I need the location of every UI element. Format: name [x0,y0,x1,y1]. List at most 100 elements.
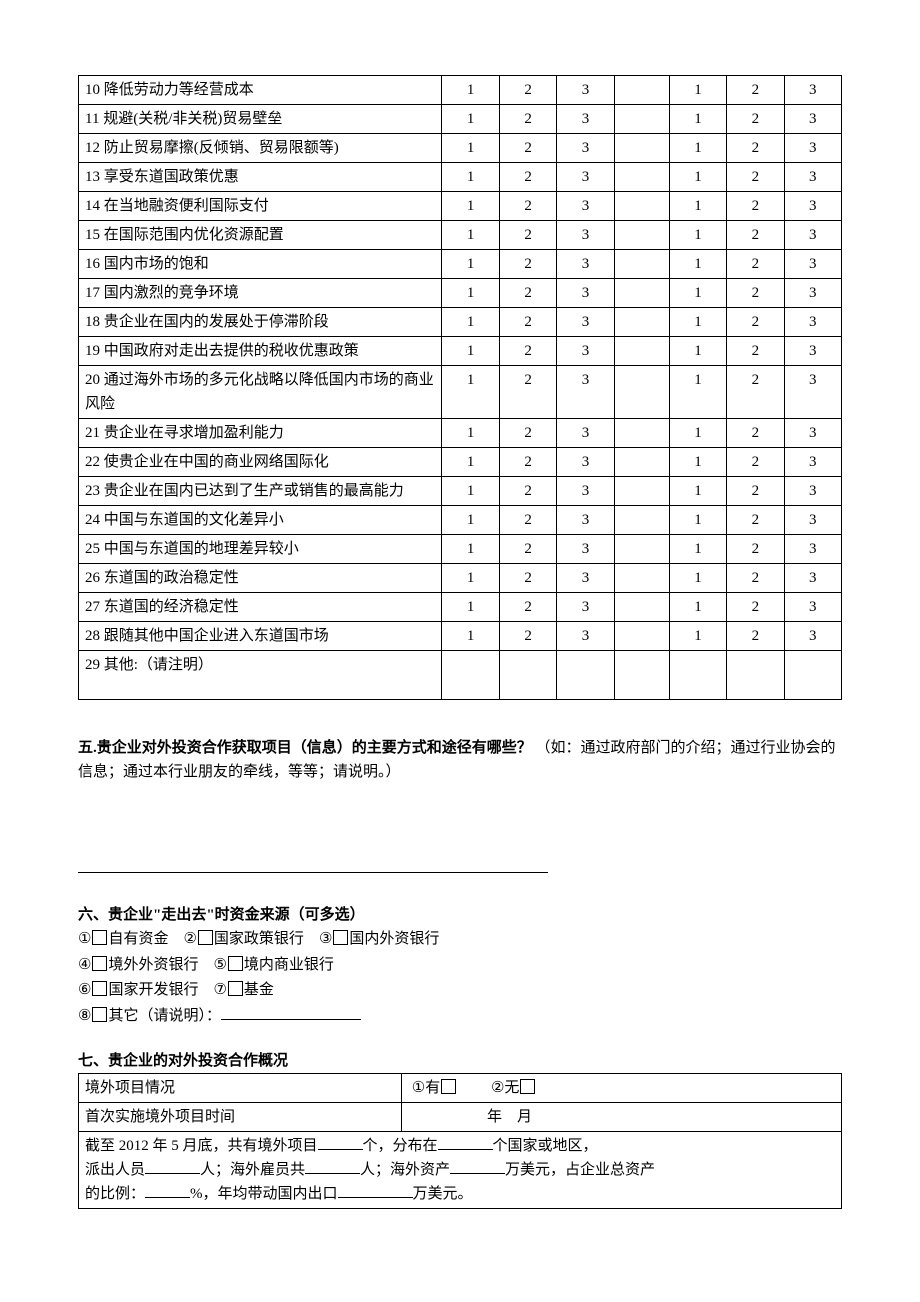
scale-cell[interactable]: 1 [669,593,726,622]
scale-cell[interactable]: 2 [727,279,784,308]
scale-cell[interactable]: 1 [669,622,726,651]
scale-cell[interactable]: 3 [557,593,614,622]
scale-cell[interactable]: 1 [669,477,726,506]
scale-cell[interactable]: 2 [499,279,556,308]
scale-cell[interactable] [557,651,614,700]
scale-cell[interactable]: 1 [669,250,726,279]
scale-cell[interactable]: 1 [442,163,499,192]
scale-cell[interactable]: 2 [499,622,556,651]
scale-cell[interactable]: 3 [557,535,614,564]
scale-cell[interactable] [727,651,784,700]
scale-cell[interactable]: 2 [727,477,784,506]
scale-cell[interactable]: 3 [784,337,841,366]
scale-cell[interactable]: 2 [499,221,556,250]
checkbox-icon[interactable] [520,1079,535,1094]
scale-cell[interactable]: 2 [499,308,556,337]
scale-cell[interactable]: 1 [442,366,499,419]
checkbox-icon[interactable] [92,956,107,971]
scale-cell[interactable]: 2 [727,163,784,192]
scale-cell[interactable] [499,651,556,700]
scale-cell[interactable]: 3 [784,535,841,564]
scale-cell[interactable]: 1 [442,448,499,477]
q6-opt-4[interactable]: ④境外外资银行 [78,957,198,973]
scale-cell[interactable]: 2 [499,337,556,366]
scale-cell[interactable]: 2 [727,105,784,134]
scale-cell[interactable]: 1 [669,366,726,419]
scale-cell[interactable]: 3 [784,76,841,105]
scale-cell[interactable]: 2 [727,419,784,448]
scale-cell[interactable]: 3 [557,105,614,134]
scale-cell[interactable]: 2 [499,535,556,564]
checkbox-icon[interactable] [92,1007,107,1022]
scale-cell[interactable]: 3 [557,76,614,105]
scale-cell[interactable]: 2 [727,564,784,593]
scale-cell[interactable]: 3 [557,308,614,337]
scale-cell[interactable]: 3 [557,134,614,163]
q7-blank[interactable] [145,1158,200,1174]
scale-cell[interactable]: 2 [499,134,556,163]
scale-cell[interactable]: 3 [784,308,841,337]
q5-answer-line[interactable] [78,854,548,873]
scale-cell[interactable]: 3 [557,477,614,506]
scale-cell[interactable]: 1 [442,337,499,366]
scale-cell[interactable]: 1 [442,76,499,105]
scale-cell[interactable]: 3 [784,221,841,250]
scale-cell[interactable]: 2 [499,593,556,622]
q6-opt-1[interactable]: ①自有资金 [78,931,168,947]
checkbox-icon[interactable] [228,981,243,996]
scale-cell[interactable]: 1 [442,192,499,221]
scale-cell[interactable] [669,651,726,700]
scale-cell[interactable]: 2 [727,448,784,477]
scale-cell[interactable]: 2 [499,564,556,593]
scale-cell[interactable] [442,651,499,700]
scale-cell[interactable]: 3 [784,279,841,308]
scale-cell[interactable]: 2 [727,250,784,279]
scale-cell[interactable]: 1 [442,535,499,564]
scale-cell[interactable]: 3 [784,163,841,192]
scale-cell[interactable]: 3 [557,419,614,448]
scale-cell[interactable]: 1 [669,337,726,366]
scale-cell[interactable]: 2 [727,308,784,337]
scale-cell[interactable]: 2 [727,192,784,221]
scale-cell[interactable]: 1 [442,419,499,448]
scale-cell[interactable]: 2 [499,192,556,221]
scale-cell[interactable]: 1 [669,564,726,593]
checkbox-icon[interactable] [441,1079,456,1094]
scale-cell[interactable]: 1 [442,250,499,279]
scale-cell[interactable]: 1 [442,622,499,651]
q6-opt-6[interactable]: ⑥国家开发银行 [78,982,198,998]
scale-cell[interactable]: 1 [669,134,726,163]
scale-cell[interactable]: 1 [442,221,499,250]
scale-cell[interactable]: 1 [669,535,726,564]
scale-cell[interactable]: 3 [557,250,614,279]
scale-cell[interactable]: 1 [669,419,726,448]
scale-cell[interactable]: 3 [557,337,614,366]
scale-cell[interactable]: 1 [669,105,726,134]
scale-cell[interactable]: 3 [784,366,841,419]
scale-cell[interactable]: 3 [784,250,841,279]
scale-cell[interactable]: 2 [727,76,784,105]
scale-cell[interactable]: 3 [557,163,614,192]
scale-cell[interactable]: 1 [669,448,726,477]
q6-opt-5[interactable]: ⑤境内商业银行 [213,957,333,973]
q7-blank[interactable] [145,1182,190,1198]
scale-cell[interactable]: 3 [784,506,841,535]
scale-cell[interactable]: 3 [784,622,841,651]
scale-cell[interactable]: 3 [557,506,614,535]
scale-cell[interactable]: 3 [557,448,614,477]
scale-cell[interactable]: 2 [727,506,784,535]
scale-cell[interactable]: 1 [669,308,726,337]
scale-cell[interactable]: 1 [442,308,499,337]
scale-cell[interactable]: 1 [442,105,499,134]
q6-other-blank[interactable] [221,1004,361,1020]
q7-blank[interactable] [438,1134,493,1150]
scale-cell[interactable]: 3 [557,279,614,308]
scale-cell[interactable]: 1 [669,192,726,221]
scale-cell[interactable]: 3 [784,593,841,622]
scale-cell[interactable]: 1 [669,279,726,308]
scale-cell[interactable]: 2 [499,366,556,419]
scale-cell[interactable]: 2 [499,448,556,477]
scale-cell[interactable]: 2 [499,76,556,105]
q6-opt-8[interactable]: ⑧其它（请说明）： [78,1008,361,1024]
q6-opt-3[interactable]: ③国内外资银行 [319,931,439,947]
